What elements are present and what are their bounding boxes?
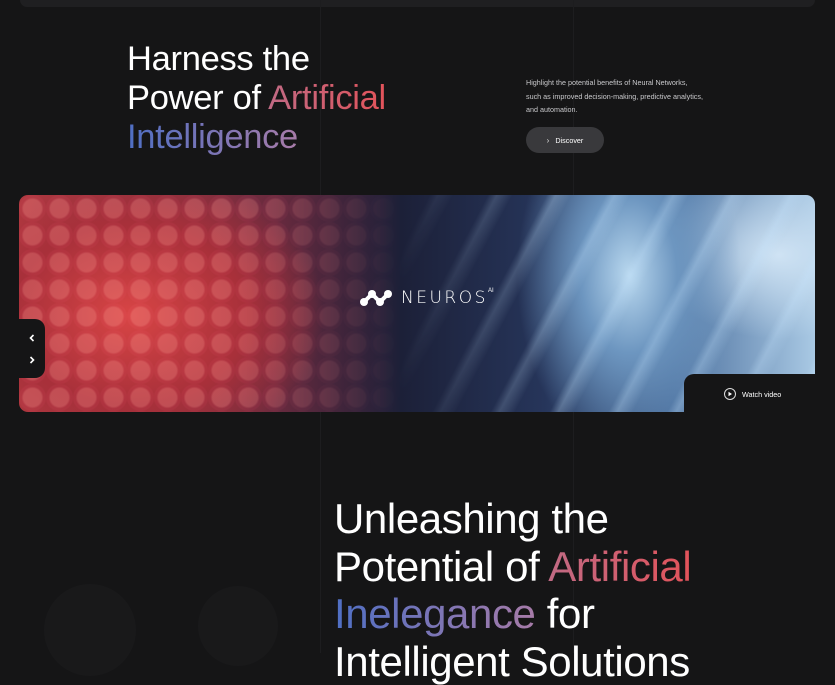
discover-label: Discover [555, 135, 584, 145]
chevron-left-icon [29, 334, 35, 342]
section-headline: Unleashing the Potential of Artificial I… [334, 495, 692, 685]
neuros-logo: NEUROS [359, 288, 488, 308]
play-icon [724, 388, 736, 400]
description-line: and automation. [526, 105, 578, 114]
headline-line1: Unleashing the [334, 495, 609, 542]
headline-line4: Intelligent Solutions [334, 637, 690, 685]
neuros-logo-mark [360, 290, 392, 306]
hero-title-accent-blue: Intelligence [127, 118, 298, 156]
chevron-right-icon: › [546, 135, 550, 145]
hero-title-line2: Power of [127, 79, 269, 117]
logo-ai-superscript: AI [488, 288, 494, 294]
headline-line2: Potential of [334, 542, 549, 590]
headline-accent-red: Artificial [548, 542, 692, 590]
hero-title-line1: Harness the [127, 40, 310, 78]
top-bar [20, 0, 815, 7]
description-line: such as improved decision-making, predic… [526, 91, 703, 101]
watch-video-label: Watch video [742, 389, 782, 399]
hero-title-accent-red: Artificial [268, 79, 386, 117]
next-button[interactable] [26, 354, 38, 366]
banner-texture [19, 195, 399, 412]
watch-video-button[interactable]: Watch video [724, 388, 781, 400]
description-line: Highlight the potential benefits of Neur… [526, 78, 688, 87]
discover-button[interactable]: › Discover [526, 127, 604, 153]
headline-line3: for [535, 590, 595, 637]
prev-button[interactable] [26, 332, 38, 344]
hero-title: Harness the Power of Artificial Intellig… [127, 40, 386, 157]
logo-wordmark: NEUROS [401, 288, 488, 308]
carousel-nav [19, 319, 45, 378]
hero-description: Highlight the potential benefits of Neur… [526, 76, 726, 117]
headline-accent-blue: Inelegance [334, 590, 536, 637]
chevron-right-icon [29, 356, 35, 364]
decorative-shape [44, 584, 278, 676]
